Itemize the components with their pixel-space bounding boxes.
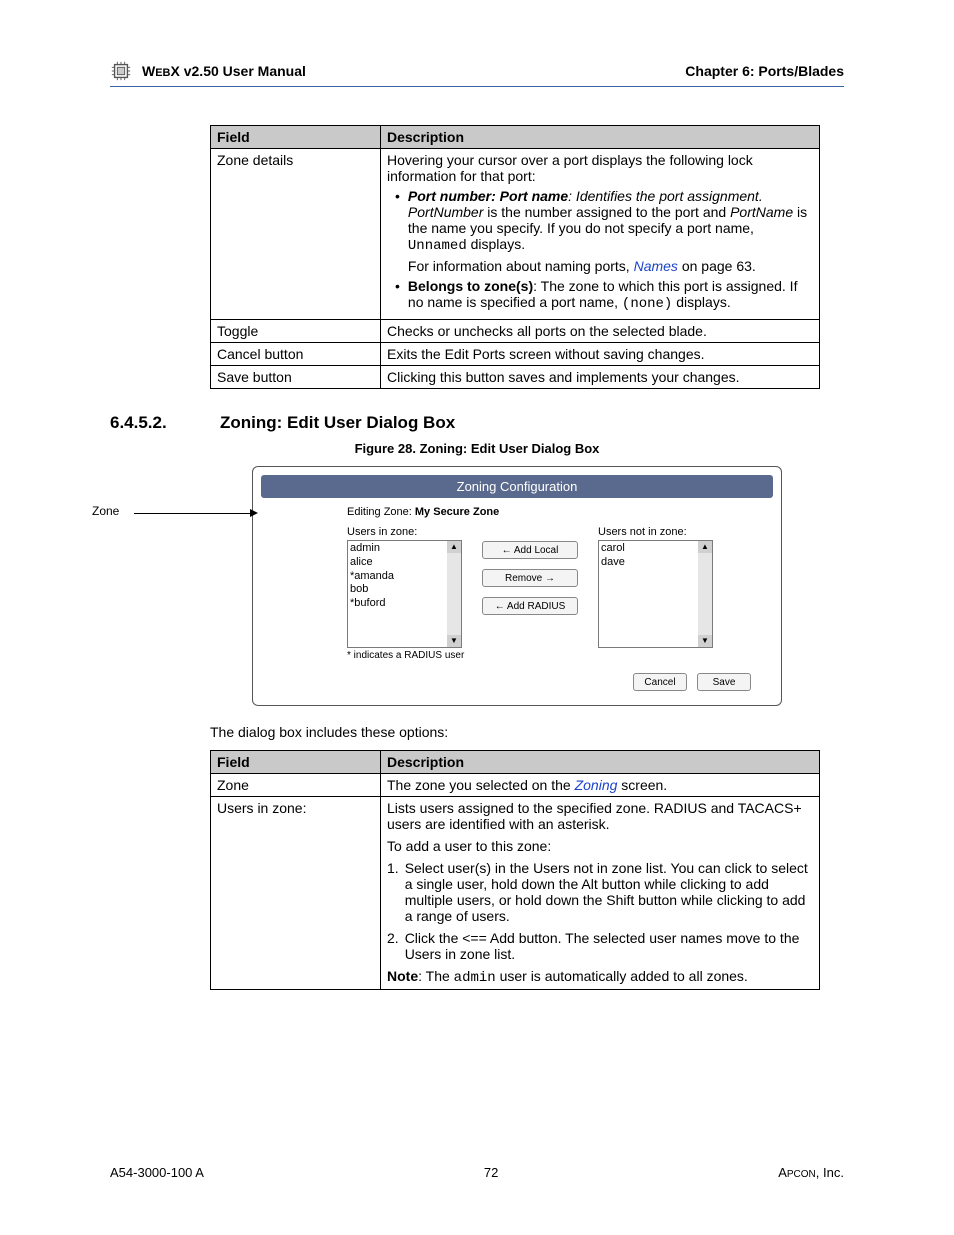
doc-number: A54-3000-100 A bbox=[110, 1165, 204, 1180]
arrow-right-icon bbox=[250, 509, 258, 517]
bullet-icon: • bbox=[395, 278, 400, 312]
remove-button[interactable]: Remove → bbox=[482, 569, 578, 587]
scrollbar[interactable]: ▲▼ bbox=[698, 541, 712, 647]
callout-line bbox=[134, 513, 254, 514]
section-heading: 6.4.5.2. Zoning: Edit User Dialog Box bbox=[110, 413, 844, 433]
table-row: Zone The zone you selected on the Zoning… bbox=[211, 774, 820, 797]
zoning-link[interactable]: Zoning bbox=[575, 777, 618, 793]
users-in-zone-list[interactable]: admin alice *amanda bob *buford ▲▼ bbox=[347, 540, 462, 648]
scroll-down-icon: ▼ bbox=[698, 635, 712, 647]
zone-details-table: Field Description Zone details Hovering … bbox=[210, 125, 820, 389]
add-radius-button[interactable]: ← Add RADIUS bbox=[482, 597, 578, 615]
th-field: Field bbox=[211, 751, 381, 774]
chapter-title: Chapter 6: Ports/Blades bbox=[685, 63, 844, 79]
page-footer: A54-3000-100 A 72 APCON, Inc. bbox=[110, 1165, 844, 1180]
intro-paragraph: The dialog box includes these options: bbox=[210, 724, 844, 740]
dialog-options-table: Field Description Zone The zone you sele… bbox=[210, 750, 820, 990]
cancel-button[interactable]: Cancel bbox=[633, 673, 687, 691]
scroll-up-icon: ▲ bbox=[447, 541, 461, 553]
table-row: Cancel button Exits the Edit Ports scree… bbox=[211, 343, 820, 366]
figure-caption: Figure 28. Zoning: Edit User Dialog Box bbox=[110, 441, 844, 456]
add-local-button[interactable]: ← Add Local bbox=[482, 541, 578, 559]
th-desc: Description bbox=[381, 751, 820, 774]
manual-title: WEBX v2.50 User Manual bbox=[142, 63, 306, 79]
table-row: Toggle Checks or unchecks all ports on t… bbox=[211, 320, 820, 343]
names-link[interactable]: Names bbox=[634, 258, 678, 274]
scroll-up-icon: ▲ bbox=[698, 541, 712, 553]
page-header: WEBX v2.50 User Manual Chapter 6: Ports/… bbox=[110, 60, 844, 87]
section-title: Zoning: Edit User Dialog Box bbox=[220, 413, 455, 433]
users-in-zone-label: Users in zone: bbox=[347, 526, 462, 538]
editing-zone-row: Editing Zone: My Secure Zone bbox=[347, 506, 773, 518]
radius-note: * indicates a RADIUS user bbox=[347, 650, 773, 661]
scrollbar[interactable]: ▲▼ bbox=[447, 541, 461, 647]
table-row: Save button Clicking this button saves a… bbox=[211, 366, 820, 389]
figure-28: Zone Zoning Configuration Editing Zone: … bbox=[172, 466, 782, 706]
table-row: Users in zone: Lists users assigned to t… bbox=[211, 797, 820, 990]
table-row: Zone details Hovering your cursor over a… bbox=[211, 149, 820, 320]
users-not-in-zone-label: Users not in zone: bbox=[598, 526, 713, 538]
th-desc: Description bbox=[381, 126, 820, 149]
callout-zone-label: Zone bbox=[92, 504, 119, 518]
dialog-title: Zoning Configuration bbox=[261, 475, 773, 498]
th-field: Field bbox=[211, 126, 381, 149]
scroll-down-icon: ▼ bbox=[447, 635, 461, 647]
bullet-icon: • bbox=[395, 188, 400, 274]
section-number: 6.4.5.2. bbox=[110, 413, 220, 433]
zoning-config-dialog: Zoning Configuration Editing Zone: My Se… bbox=[252, 466, 782, 706]
users-not-in-zone-list[interactable]: carol dave ▲▼ bbox=[598, 540, 713, 648]
save-button[interactable]: Save bbox=[697, 673, 751, 691]
chip-icon bbox=[110, 60, 132, 82]
page-number: 72 bbox=[484, 1165, 498, 1180]
company-name: APCON, Inc. bbox=[778, 1165, 844, 1180]
